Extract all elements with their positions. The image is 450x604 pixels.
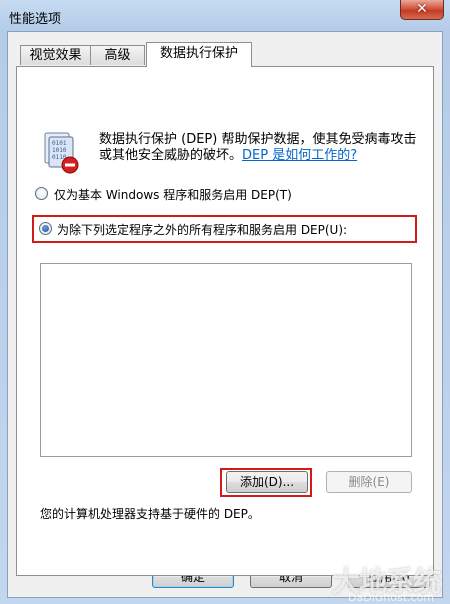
hardware-support-text: 您的计算机处理器支持基于硬件的 DEP。 [40, 507, 260, 521]
tab-label: 视觉效果 [29, 48, 82, 63]
radio-dep-all-except-label[interactable]: 为除下列选定程序之外的所有程序和服务启用 DEP(U): [57, 221, 347, 238]
radio-dep-all-except[interactable] [39, 222, 52, 235]
tab-dep[interactable]: 数据执行保护 [146, 42, 252, 67]
tab-advanced[interactable]: 高级 [90, 45, 145, 65]
radio-dep-basic-label[interactable]: 仅为基本 Windows 程序和服务启用 DEP(T) [54, 186, 292, 203]
close-button[interactable]: ✕ [400, 0, 444, 20]
dep-shield-icon: 0101 1010 0110 [44, 132, 79, 174]
performance-options-window: 性能选项 ✕ 视觉效果 高级 数据执行保护 0101 1010 0110 数据执… [0, 0, 450, 604]
tab-visual-effects[interactable]: 视觉效果 [20, 45, 91, 65]
dep-exception-program-list[interactable] [40, 263, 412, 457]
dep-help-link[interactable]: DEP 是如何工作的? [242, 148, 357, 163]
dep-description: 数据执行保护 (DEP) 帮助保护数据，使其免受病毒攻击或其他安全威胁的破坏。D… [99, 132, 429, 164]
tab-label: 数据执行保护 [159, 46, 238, 61]
dep-tab-panel: 0101 1010 0110 数据执行保护 (DEP) 帮助保护数据，使其免受病… [16, 66, 434, 576]
svg-text:0101: 0101 [52, 140, 67, 147]
window-title: 性能选项 [9, 12, 62, 27]
svg-text:1010: 1010 [52, 147, 67, 154]
radio-dep-basic[interactable] [35, 187, 48, 200]
add-button[interactable]: 添加(D)... [226, 471, 308, 493]
close-icon: ✕ [416, 1, 428, 17]
dialog-client-area: 视觉效果 高级 数据执行保护 0101 1010 0110 数据执行保护 (DE… [7, 31, 443, 598]
tab-label: 高级 [104, 48, 131, 63]
remove-button[interactable]: 删除(E) [326, 471, 412, 493]
